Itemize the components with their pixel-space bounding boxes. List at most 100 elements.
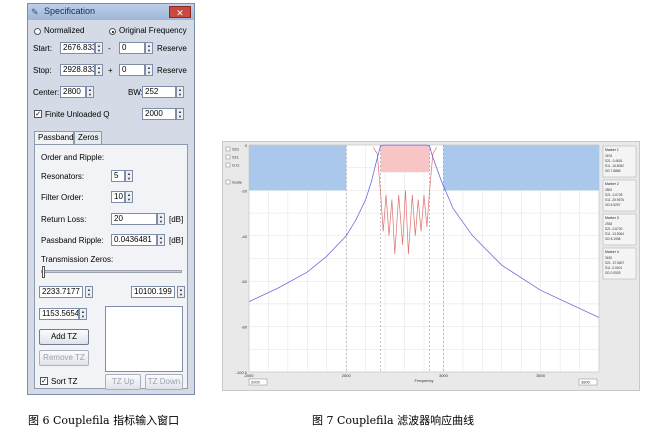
tz-up-button[interactable]: TZ Up: [105, 374, 141, 390]
stopband-mask: [443, 145, 599, 191]
center-input[interactable]: 2800: [60, 86, 86, 98]
tz-slider-track[interactable]: [41, 270, 182, 273]
marker-title: Marker 2: [605, 182, 619, 186]
legend-label: S21: [232, 147, 240, 152]
bw-input[interactable]: 252: [142, 86, 176, 98]
marker-title: Marker 4: [605, 250, 619, 254]
legend-checkbox: [225, 154, 231, 160]
q-input[interactable]: 2000: [142, 108, 176, 120]
y-tick-label: -20: [241, 188, 248, 193]
tz-left-spinner[interactable]: ▲ ▼: [85, 286, 93, 298]
q-spinner[interactable]: ▲ ▼: [176, 108, 184, 120]
marker-line: 2676: [605, 154, 612, 158]
return-loss-unit: [dB]: [169, 215, 184, 224]
passband-ripple-input[interactable]: 0.0436481: [111, 234, 157, 246]
legend-checkbox: [225, 146, 231, 152]
marker-line: S11 -25.9576: [605, 198, 624, 202]
start-spinner[interactable]: ▲ ▼: [95, 42, 103, 54]
return-loss-spinner[interactable]: ▲ ▼: [157, 213, 165, 225]
order-ripple-heading: Order and Ripple:: [41, 153, 105, 162]
y-tick-label: -80: [241, 325, 248, 330]
start-sep: -: [108, 44, 111, 53]
center-spinner[interactable]: ▲ ▼: [86, 86, 94, 98]
stop-input[interactable]: 2928.8330: [60, 64, 95, 76]
return-loss-label: Return Loss:: [41, 215, 87, 224]
marker-line: 2928: [605, 222, 612, 226]
remove-tz-button[interactable]: Remove TZ: [39, 350, 89, 366]
marker-line: S11 -16.8052: [605, 164, 624, 168]
stop-spinner[interactable]: ▲ ▼: [95, 64, 103, 76]
normalized-radio[interactable]: [34, 28, 41, 35]
tab-passband[interactable]: Passband: [34, 131, 74, 144]
sort-tz-checkbox[interactable]: ✓: [40, 377, 48, 385]
stop-sep: +: [108, 66, 113, 75]
stop-reserve-input[interactable]: 0: [119, 64, 145, 76]
tz-right-input[interactable]: 10100.199: [131, 286, 175, 298]
center-label: Center:: [33, 88, 60, 97]
resonators-input[interactable]: 5: [111, 170, 125, 182]
close-button[interactable]: ✕: [169, 6, 191, 18]
marker-line: GD 0.0925: [605, 271, 621, 275]
y-tick-label: -60: [241, 279, 248, 284]
marker-line: S21 -0.6700: [605, 227, 623, 231]
original-frequency-label: Original Frequency: [119, 26, 187, 35]
title-bar[interactable]: ✎ Specification ✕: [28, 4, 194, 20]
original-frequency-radio[interactable]: [109, 28, 116, 35]
stopband-mask: [249, 145, 347, 191]
finite-q-checkbox[interactable]: ✓: [34, 110, 42, 118]
tz-down-button[interactable]: TZ Down: [145, 374, 183, 390]
add-tz-button[interactable]: Add TZ: [39, 329, 89, 345]
response-chart-window: S21 S11 G.D. Scale 0 -20 -40 -60 -80 -100.0 2000 2…: [222, 141, 640, 391]
y-tick-label: -40: [241, 234, 248, 239]
marker-line: S21 -0.0728: [605, 193, 623, 197]
marker-line: GD 8.1908: [605, 237, 621, 241]
sort-tz-label: Sort TZ: [51, 377, 78, 386]
x-tick-label: 3500: [536, 373, 546, 378]
start-frequency-value: 2000: [251, 380, 261, 385]
start-reserve-input[interactable]: 0: [119, 42, 145, 54]
stop-frequency-value: 3800: [581, 380, 591, 385]
resonators-spinner[interactable]: ▲ ▼: [125, 170, 133, 182]
start-input[interactable]: 2676.8330: [60, 42, 95, 54]
filter-order-spinner[interactable]: ▲ ▼: [125, 191, 133, 203]
tz-slider-thumb[interactable]: [42, 266, 45, 278]
passband-panel: Order and Ripple: Resonators: 5 ▲ ▼ Filte…: [34, 144, 188, 390]
passband-ripple-spinner[interactable]: ▲ ▼: [157, 234, 165, 246]
start-reserve-label: Reserve: [157, 44, 187, 53]
marker-line: S21 -0.4651: [605, 159, 623, 163]
marker-line: S11 -13.5064: [605, 232, 624, 236]
return-loss-input[interactable]: 20: [111, 213, 157, 225]
finite-q-label: Finite Unloaded Q: [45, 110, 110, 119]
tz-entry-spinner[interactable]: ▲ ▼: [79, 308, 87, 320]
figure-6-caption: 图 6 Couplefila 指标输入窗口: [28, 414, 180, 427]
marker-line: S11 -0.0401: [605, 266, 622, 270]
x-tick-label: 2500: [342, 373, 352, 378]
legend-label: S11: [232, 155, 240, 160]
stop-label: Stop:: [33, 66, 52, 75]
legend-label: G.D.: [232, 163, 240, 168]
passband-mask: [380, 145, 430, 173]
bw-spinner[interactable]: ▲ ▼: [176, 86, 184, 98]
marker-line: 2800: [605, 188, 612, 192]
scale-checkbox: [225, 179, 231, 185]
marker-title: Marker 1: [605, 148, 619, 152]
figure-7-caption: 图 7 Couplefila 滤波器响应曲线: [312, 414, 475, 427]
response-chart: S21S11G.D.Scale 0-20-40-60-80-100.02000 2…: [223, 142, 639, 390]
marker-line: 3150: [605, 256, 612, 260]
stop-reserve-spinner[interactable]: ▲ ▼: [145, 64, 153, 76]
tz-right-spinner[interactable]: ▲ ▼: [177, 286, 185, 298]
start-reserve-spinner[interactable]: ▲ ▼: [145, 42, 153, 54]
window-title: Specification: [44, 6, 96, 16]
filter-order-input[interactable]: 10: [111, 191, 125, 203]
app-icon: ✎: [31, 7, 39, 17]
tab-zeros[interactable]: Zeros: [74, 131, 102, 144]
x-axis-label: Frequency: [415, 378, 434, 383]
filter-order-label: Filter Order:: [41, 193, 84, 202]
tz-left-input[interactable]: 2233.7177: [39, 286, 83, 298]
legend-checkbox: [225, 162, 231, 168]
marker-title: Marker 3: [605, 216, 619, 220]
passband-ripple-unit: [dB]: [169, 236, 184, 245]
tz-entry-input[interactable]: 1153.5654: [39, 308, 79, 320]
marker-line: GD 7.8868: [605, 169, 621, 173]
tz-listbox[interactable]: [105, 306, 183, 372]
